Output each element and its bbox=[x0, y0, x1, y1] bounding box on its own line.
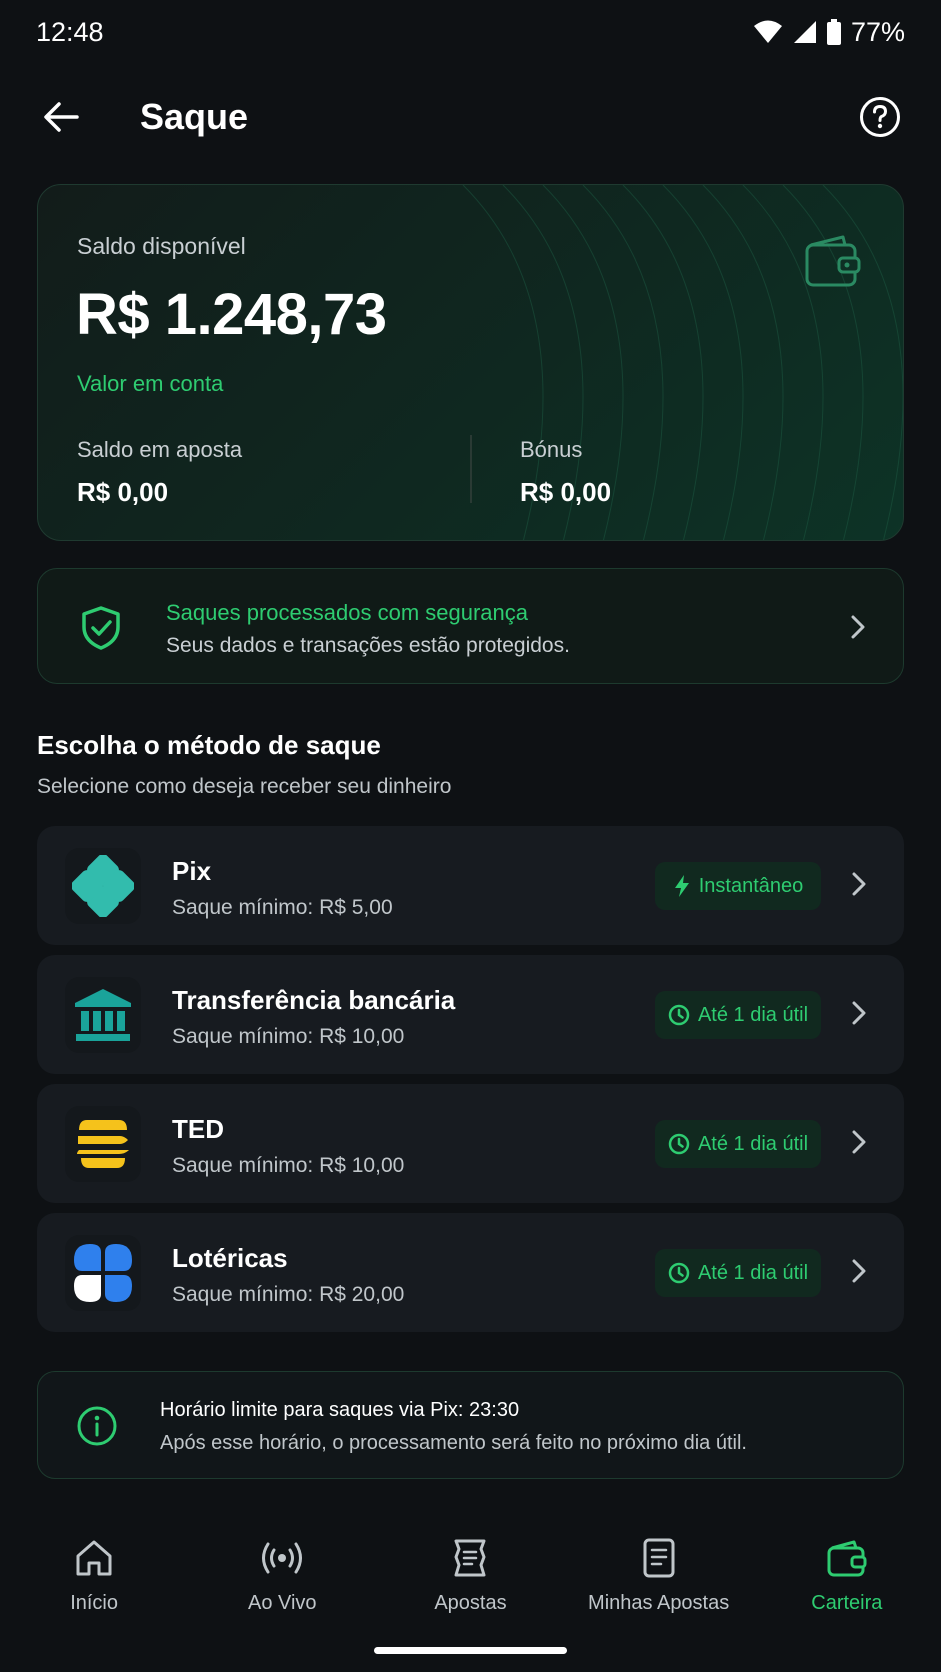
status-time: 12:48 bbox=[36, 16, 104, 47]
method-name: Pix bbox=[172, 856, 212, 886]
method-minimum: Saque mínimo: R$ 20,00 bbox=[172, 1283, 405, 1306]
bottom-nav: Início Ao Vivo Apostas Minhas Apostas Ca… bbox=[0, 1522, 941, 1632]
methods-section-title: Escolha o método de saque bbox=[37, 730, 381, 760]
status-icons: 77% bbox=[753, 17, 905, 48]
divider bbox=[470, 435, 472, 503]
chevron-right-icon bbox=[849, 613, 867, 646]
method-name: TED bbox=[172, 1114, 224, 1144]
clover-icon bbox=[65, 1235, 141, 1311]
page-title: Saque bbox=[140, 96, 249, 137]
chevron-right-icon bbox=[850, 1257, 868, 1290]
method-badge: Até 1 dia útil bbox=[655, 991, 821, 1039]
pix-icon bbox=[65, 848, 141, 924]
bonus-value: R$ 0,00 bbox=[520, 477, 612, 507]
ticket-icon bbox=[450, 1534, 490, 1582]
shield-check-icon bbox=[80, 605, 122, 656]
bet-balance-label: Saldo em aposta bbox=[77, 437, 243, 462]
balance-value: R$ 1.248,73 bbox=[76, 282, 387, 347]
balance-label: Saldo disponível bbox=[77, 233, 246, 259]
signal-icon bbox=[793, 20, 817, 44]
bonus-label: Bónus bbox=[520, 437, 583, 462]
help-button[interactable] bbox=[857, 94, 903, 140]
nav-item-inicio[interactable]: Início bbox=[0, 1522, 188, 1632]
nav-item-ao-vivo[interactable]: Ao Vivo bbox=[188, 1522, 376, 1632]
method-minimum: Saque mínimo: R$ 10,00 bbox=[172, 1025, 405, 1048]
method-minimum: Saque mínimo: R$ 5,00 bbox=[172, 896, 393, 919]
home-indicator[interactable] bbox=[374, 1647, 567, 1654]
app-bar: Saque bbox=[0, 76, 941, 158]
bet-balance: Saldo em aposta R$ 0,00 bbox=[77, 437, 242, 508]
badge-label: Até 1 dia útil bbox=[697, 1132, 809, 1155]
method-badge: Instantâneo bbox=[655, 862, 821, 910]
battery-icon bbox=[826, 19, 841, 45]
method-name: Transferência bancária bbox=[172, 985, 456, 1015]
arrow-left-icon bbox=[44, 102, 79, 132]
nav-label: Ao Vivo bbox=[247, 1592, 317, 1614]
nav-label: Início bbox=[70, 1592, 118, 1614]
method-ted[interactable]: TED Saque mínimo: R$ 10,00 Até 1 dia úti… bbox=[37, 1084, 904, 1203]
balance-note: Valor em conta bbox=[77, 371, 224, 396]
nav-item-carteira[interactable]: Carteira bbox=[753, 1522, 941, 1632]
wallet-icon bbox=[803, 231, 863, 296]
wallet-icon bbox=[826, 1534, 868, 1582]
security-description: Seus dados e transações estão protegidos… bbox=[166, 634, 570, 657]
bank-icon bbox=[65, 977, 141, 1053]
method-lotericas[interactable]: Lotéricas Saque mínimo: R$ 20,00 Até 1 d… bbox=[37, 1213, 904, 1332]
home-icon bbox=[73, 1534, 115, 1582]
wifi-icon bbox=[753, 20, 783, 44]
nav-label: Minhas Apostas bbox=[588, 1592, 730, 1614]
method-name: Lotéricas bbox=[172, 1243, 288, 1273]
method-badge: Até 1 dia útil bbox=[655, 1249, 821, 1297]
method-bank-transfer[interactable]: Transferência bancária Saque mínimo: R$ … bbox=[37, 955, 904, 1074]
badge-label: Até 1 dia útil bbox=[697, 1003, 809, 1026]
chevron-right-icon bbox=[850, 999, 868, 1032]
info-icon bbox=[76, 1405, 118, 1452]
pix-cutoff-info: Horário limite para saques via Pix: 23:3… bbox=[37, 1371, 904, 1479]
nav-item-apostas[interactable]: Apostas bbox=[376, 1522, 564, 1632]
method-badge: Até 1 dia útil bbox=[655, 1120, 821, 1168]
document-icon bbox=[641, 1534, 677, 1582]
chevron-right-icon bbox=[850, 870, 868, 903]
chevron-right-icon bbox=[850, 1128, 868, 1161]
bet-balance-value: R$ 0,00 bbox=[77, 477, 169, 507]
bolt-icon bbox=[674, 875, 689, 897]
withdrawal-methods-list: Pix Saque mínimo: R$ 5,00 Instantâneo Tr… bbox=[37, 826, 904, 1342]
nav-label: Apostas bbox=[434, 1592, 507, 1614]
help-icon bbox=[860, 97, 900, 137]
clock-icon bbox=[668, 1133, 690, 1155]
bonus-balance: Bónus R$ 0,00 bbox=[520, 437, 611, 508]
security-banner[interactable]: Saques processados com segurança Seus da… bbox=[37, 568, 904, 684]
ted-icon bbox=[65, 1106, 141, 1182]
live-icon bbox=[259, 1534, 305, 1582]
clock-icon bbox=[668, 1004, 690, 1026]
badge-label: Instantâneo bbox=[698, 874, 804, 897]
methods-section-subtitle: Selecione como deseja receber seu dinhei… bbox=[37, 775, 452, 798]
info-title: Horário limite para saques via Pix: 23:3… bbox=[160, 1399, 520, 1421]
nav-item-minhas-apostas[interactable]: Minhas Apostas bbox=[565, 1522, 753, 1632]
security-title: Saques processados com segurança bbox=[166, 600, 528, 625]
status-bar: 12:48 77% bbox=[0, 0, 941, 64]
method-minimum: Saque mínimo: R$ 10,00 bbox=[172, 1154, 405, 1177]
balance-card: Saldo disponível R$ 1.248,73 Valor em co… bbox=[37, 184, 904, 541]
method-pix[interactable]: Pix Saque mínimo: R$ 5,00 Instantâneo bbox=[37, 826, 904, 945]
badge-label: Até 1 dia útil bbox=[697, 1261, 809, 1284]
clock-icon bbox=[668, 1262, 690, 1284]
battery-percent: 77% bbox=[850, 16, 905, 47]
info-description: Após esse horário, o processamento será … bbox=[160, 1432, 747, 1454]
back-button[interactable] bbox=[38, 94, 84, 140]
nav-label: Carteira bbox=[811, 1592, 883, 1614]
